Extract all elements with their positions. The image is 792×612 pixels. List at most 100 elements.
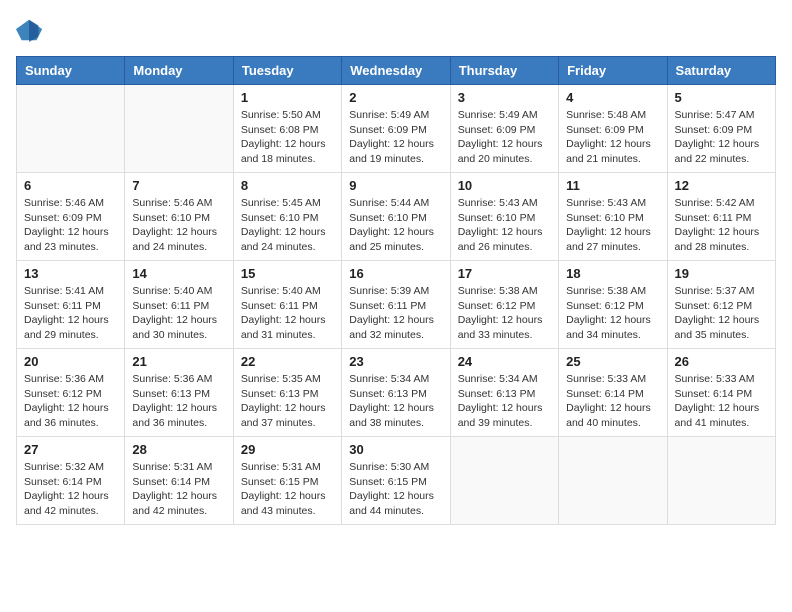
day-number: 10 (458, 178, 551, 193)
calendar-day-cell (559, 437, 667, 525)
day-info: Sunrise: 5:41 AM Sunset: 6:11 PM Dayligh… (24, 284, 117, 343)
calendar-day-cell: 29 Sunrise: 5:31 AM Sunset: 6:15 PM Dayli… (233, 437, 341, 525)
day-info: Sunrise: 5:37 AM Sunset: 6:12 PM Dayligh… (675, 284, 768, 343)
day-number: 13 (24, 266, 117, 281)
day-info: Sunrise: 5:36 AM Sunset: 6:12 PM Dayligh… (24, 372, 117, 431)
day-number: 16 (349, 266, 442, 281)
day-info: Sunrise: 5:46 AM Sunset: 6:09 PM Dayligh… (24, 196, 117, 255)
calendar-day-cell: 27Sunrise: 5:32 AM Sunset: 6:14 PM Dayli… (17, 437, 125, 525)
day-number: 8 (241, 178, 334, 193)
day-number: 21 (132, 354, 225, 369)
day-info: Sunrise: 5:38 AM Sunset: 6:12 PM Dayligh… (566, 284, 659, 343)
day-info: Sunrise: 5:33 AM Sunset: 6:14 PM Dayligh… (566, 372, 659, 431)
calendar-day-cell: 4Sunrise: 5:48 AM Sunset: 6:09 PM Daylig… (559, 85, 667, 173)
day-info: Sunrise: 5:43 AM Sunset: 6:10 PM Dayligh… (458, 196, 551, 255)
calendar-week-row: 13 Sunrise: 5:41 AM Sunset: 6:11 PM Dayli… (17, 261, 776, 349)
calendar-day-cell: 2 Sunrise: 5:49 AM Sunset: 6:09 PM Daylig… (342, 85, 450, 173)
day-number: 23 (349, 354, 442, 369)
calendar-day-cell: 22 Sunrise: 5:35 AM Sunset: 6:13 PM Dayli… (233, 349, 341, 437)
calendar-day-cell: 14 Sunrise: 5:40 AM Sunset: 6:11 PM Dayli… (125, 261, 233, 349)
day-info: Sunrise: 5:34 AM Sunset: 6:13 PM Dayligh… (349, 372, 442, 431)
calendar-week-row: 6 Sunrise: 5:46 AM Sunset: 6:09 PM Daylig… (17, 173, 776, 261)
day-number: 29 (241, 442, 334, 457)
day-number: 11 (566, 178, 659, 193)
day-info: Sunrise: 5:31 AM Sunset: 6:15 PM Dayligh… (241, 460, 334, 519)
day-number: 20 (24, 354, 117, 369)
calendar-day-cell: 15 Sunrise: 5:40 AM Sunset: 6:11 PM Dayli… (233, 261, 341, 349)
day-info: Sunrise: 5:40 AM Sunset: 6:11 PM Dayligh… (132, 284, 225, 343)
day-number: 15 (241, 266, 334, 281)
day-info: Sunrise: 5:34 AM Sunset: 6:13 PM Dayligh… (458, 372, 551, 431)
day-info: Sunrise: 5:30 AM Sunset: 6:15 PM Dayligh… (349, 460, 442, 519)
calendar-day-cell (125, 85, 233, 173)
calendar-day-cell: 25 Sunrise: 5:33 AM Sunset: 6:14 PM Dayli… (559, 349, 667, 437)
page-header (16, 16, 776, 44)
calendar-day-cell: 9 Sunrise: 5:44 AM Sunset: 6:10 PM Daylig… (342, 173, 450, 261)
calendar-day-cell: 12Sunrise: 5:42 AM Sunset: 6:11 PM Dayli… (667, 173, 775, 261)
day-number: 30 (349, 442, 442, 457)
calendar-day-cell: 28 Sunrise: 5:31 AM Sunset: 6:14 PM Dayli… (125, 437, 233, 525)
calendar-day-header: Wednesday (342, 57, 450, 85)
calendar-day-cell: 10 Sunrise: 5:43 AM Sunset: 6:10 PM Dayli… (450, 173, 558, 261)
day-number: 26 (675, 354, 768, 369)
day-info: Sunrise: 5:49 AM Sunset: 6:09 PM Dayligh… (458, 108, 551, 167)
day-number: 24 (458, 354, 551, 369)
day-number: 18 (566, 266, 659, 281)
calendar-day-cell: 8 Sunrise: 5:45 AM Sunset: 6:10 PM Daylig… (233, 173, 341, 261)
day-number: 1 (241, 90, 334, 105)
day-number: 28 (132, 442, 225, 457)
calendar-day-header: Sunday (17, 57, 125, 85)
day-number: 14 (132, 266, 225, 281)
calendar-week-row: 20 Sunrise: 5:36 AM Sunset: 6:12 PM Dayli… (17, 349, 776, 437)
day-info: Sunrise: 5:47 AM Sunset: 6:09 PM Dayligh… (675, 108, 768, 167)
calendar-day-cell (667, 437, 775, 525)
calendar-day-cell: 7 Sunrise: 5:46 AM Sunset: 6:10 PM Daylig… (125, 173, 233, 261)
calendar-day-cell: 5 Sunrise: 5:47 AM Sunset: 6:09 PM Daylig… (667, 85, 775, 173)
day-info: Sunrise: 5:48 AM Sunset: 6:09 PM Dayligh… (566, 108, 659, 167)
day-info: Sunrise: 5:49 AM Sunset: 6:09 PM Dayligh… (349, 108, 442, 167)
calendar-day-cell: 19Sunrise: 5:37 AM Sunset: 6:12 PM Dayli… (667, 261, 775, 349)
calendar-day-cell (450, 437, 558, 525)
calendar-day-header: Thursday (450, 57, 558, 85)
day-info: Sunrise: 5:31 AM Sunset: 6:14 PM Dayligh… (132, 460, 225, 519)
calendar-day-cell: 17Sunrise: 5:38 AM Sunset: 6:12 PM Dayli… (450, 261, 558, 349)
day-number: 5 (675, 90, 768, 105)
day-info: Sunrise: 5:45 AM Sunset: 6:10 PM Dayligh… (241, 196, 334, 255)
day-info: Sunrise: 5:50 AM Sunset: 6:08 PM Dayligh… (241, 108, 334, 167)
calendar-table: SundayMondayTuesdayWednesdayThursdayFrid… (16, 56, 776, 525)
day-info: Sunrise: 5:42 AM Sunset: 6:11 PM Dayligh… (675, 196, 768, 255)
day-number: 25 (566, 354, 659, 369)
logo-icon (16, 16, 44, 44)
day-info: Sunrise: 5:32 AM Sunset: 6:14 PM Dayligh… (24, 460, 117, 519)
day-number: 3 (458, 90, 551, 105)
day-number: 2 (349, 90, 442, 105)
calendar-day-header: Saturday (667, 57, 775, 85)
calendar-week-row: 1 Sunrise: 5:50 AM Sunset: 6:08 PM Daylig… (17, 85, 776, 173)
calendar-day-cell: 13 Sunrise: 5:41 AM Sunset: 6:11 PM Dayli… (17, 261, 125, 349)
calendar-day-cell: 24 Sunrise: 5:34 AM Sunset: 6:13 PM Dayli… (450, 349, 558, 437)
day-info: Sunrise: 5:46 AM Sunset: 6:10 PM Dayligh… (132, 196, 225, 255)
calendar-day-cell: 16Sunrise: 5:39 AM Sunset: 6:11 PM Dayli… (342, 261, 450, 349)
calendar-day-cell: 6 Sunrise: 5:46 AM Sunset: 6:09 PM Daylig… (17, 173, 125, 261)
day-number: 6 (24, 178, 117, 193)
calendar-day-header: Tuesday (233, 57, 341, 85)
calendar-day-cell: 26Sunrise: 5:33 AM Sunset: 6:14 PM Dayli… (667, 349, 775, 437)
calendar-day-cell: 23 Sunrise: 5:34 AM Sunset: 6:13 PM Dayli… (342, 349, 450, 437)
calendar-day-header: Monday (125, 57, 233, 85)
day-info: Sunrise: 5:44 AM Sunset: 6:10 PM Dayligh… (349, 196, 442, 255)
calendar-day-cell (17, 85, 125, 173)
day-info: Sunrise: 5:40 AM Sunset: 6:11 PM Dayligh… (241, 284, 334, 343)
calendar-day-cell: 18 Sunrise: 5:38 AM Sunset: 6:12 PM Dayli… (559, 261, 667, 349)
calendar-header-row: SundayMondayTuesdayWednesdayThursdayFrid… (17, 57, 776, 85)
day-number: 9 (349, 178, 442, 193)
calendar-day-header: Friday (559, 57, 667, 85)
day-number: 7 (132, 178, 225, 193)
day-number: 22 (241, 354, 334, 369)
calendar-day-cell: 11 Sunrise: 5:43 AM Sunset: 6:10 PM Dayli… (559, 173, 667, 261)
calendar-week-row: 27Sunrise: 5:32 AM Sunset: 6:14 PM Dayli… (17, 437, 776, 525)
day-info: Sunrise: 5:35 AM Sunset: 6:13 PM Dayligh… (241, 372, 334, 431)
calendar-day-cell: 30 Sunrise: 5:30 AM Sunset: 6:15 PM Dayli… (342, 437, 450, 525)
calendar-day-cell: 21Sunrise: 5:36 AM Sunset: 6:13 PM Dayli… (125, 349, 233, 437)
day-info: Sunrise: 5:43 AM Sunset: 6:10 PM Dayligh… (566, 196, 659, 255)
day-info: Sunrise: 5:38 AM Sunset: 6:12 PM Dayligh… (458, 284, 551, 343)
